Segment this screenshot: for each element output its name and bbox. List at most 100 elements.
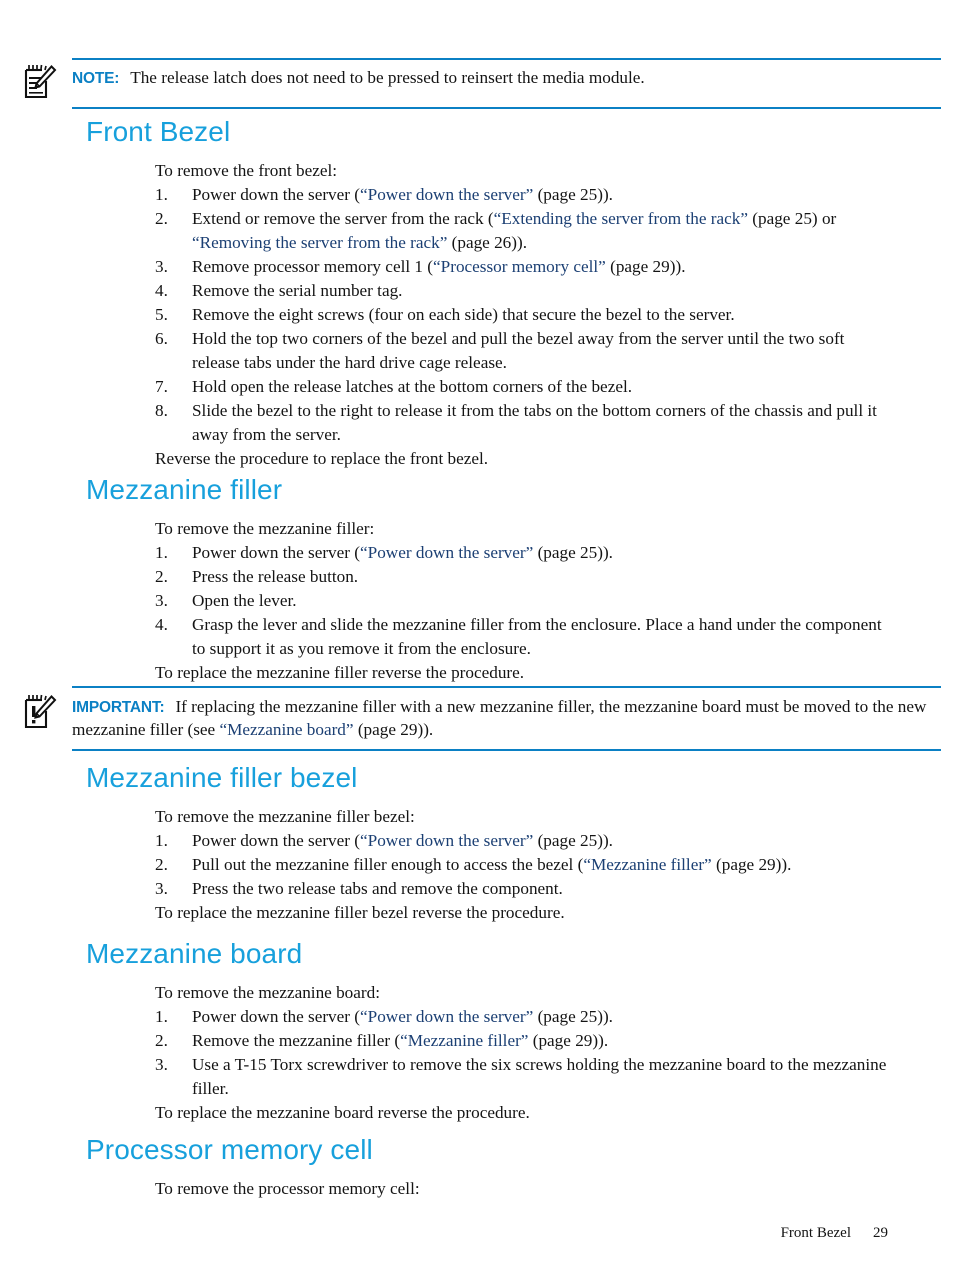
page-footer: Front Bezel 29	[0, 1225, 954, 1242]
cross-reference-link[interactable]: “Mezzanine filler”	[400, 1031, 528, 1050]
list-item-text: (page 29)).	[605, 256, 686, 276]
mezzanine-board-intro: To remove the mezzanine board:	[155, 983, 380, 1002]
note-label: NOTE:	[72, 70, 120, 87]
list-item: 7. Hold open the release latches at the b…	[155, 375, 896, 399]
list-item-text: Power down the server (	[192, 184, 361, 204]
list-item-text: Power down the server (	[192, 542, 361, 562]
list-item: 3. Use a T-15 Torx screwdriver to remove …	[155, 1053, 896, 1101]
page-title-mezzanine-filler: Mezzanine filler	[86, 474, 283, 505]
list-item-text: Slide the bezel to the right to release …	[192, 400, 877, 444]
important-pad-pencil-icon	[22, 693, 58, 731]
list-item-text: Remove the mezzanine filler (	[192, 1030, 401, 1050]
list-item-number: 2.	[155, 566, 168, 586]
list-item-text: Use a T-15 Torx screwdriver to remove th…	[192, 1054, 887, 1098]
section-mezzanine-filler-bezel: Mezzanine filler bezel To remove the mez…	[0, 762, 954, 924]
important-label: IMPORTANT:	[72, 699, 165, 716]
mezzanine-board-outro: To replace the mezzanine board reverse t…	[155, 1102, 530, 1122]
list-item-text: Grasp the lever and slide the mezzanine …	[192, 614, 882, 658]
note-body: NOTE: The release latch does not need to …	[0, 60, 954, 107]
list-item: 5. Remove the eight screws (four on each …	[155, 303, 896, 327]
list-item-number: 7.	[155, 376, 168, 396]
list-item-number: 3.	[155, 590, 168, 610]
mezzanine-filler-bezel-intro: To remove the mezzanine filler bezel:	[155, 807, 415, 826]
list-item: 3. Open the lever.	[155, 589, 896, 613]
list-item-text: Open the lever.	[192, 590, 297, 610]
note-admonition: NOTE: The release latch does not need to …	[0, 58, 954, 109]
list-item-number: 1.	[155, 542, 168, 562]
list-item-text: Extend or remove the server from the rac…	[192, 208, 494, 228]
list-item: 4. Remove the serial number tag.	[155, 279, 896, 303]
list-item-number: 3.	[155, 256, 168, 276]
list-item: 2. Pull out the mezzanine filler enough t…	[155, 853, 896, 877]
list-item-text: Hold open the release latches at the bot…	[192, 376, 633, 396]
list-item: 2. Remove the mezzanine filler (“Mezzanin…	[155, 1029, 896, 1053]
list-item: 3. Press the two release tabs and remove …	[155, 877, 896, 901]
list-item-text: (page 25)).	[533, 184, 613, 204]
list-item-number: 1.	[155, 184, 168, 204]
cross-reference-link[interactable]: “Extending the server from the rack”	[494, 209, 748, 228]
list-item-number: 4.	[155, 614, 168, 634]
section-mezzanine-filler: Mezzanine filler To remove the mezzanine…	[0, 474, 954, 684]
list-item-text: Power down the server (	[192, 1006, 361, 1026]
section-processor-memory-cell: Processor memory cell To remove the proc…	[0, 1134, 954, 1201]
list-item-text: Hold the top two corners of the bezel an…	[192, 328, 845, 372]
list-item-text: Remove the eight screws (four on each si…	[192, 304, 735, 324]
processor-memory-cell-intro: To remove the processor memory cell:	[155, 1179, 420, 1198]
list-item: 1. Power down the server (“Power down the…	[155, 541, 896, 565]
list-item: 4. Grasp the lever and slide the mezzanin…	[155, 613, 896, 661]
list-item-number: 3.	[155, 878, 168, 898]
list-item-text: (page 25)).	[533, 830, 613, 850]
list-item-number: 4.	[155, 280, 168, 300]
list-item-number: 5.	[155, 304, 168, 324]
important-body: IMPORTANT: If replacing the mezzanine fil…	[0, 688, 954, 749]
important-block: IMPORTANT: If replacing the mezzanine fil…	[0, 686, 954, 751]
list-item-text: (page 25)).	[533, 1006, 613, 1026]
list-item: 2. Press the release button.	[155, 565, 896, 589]
cross-reference-link[interactable]: “Removing the server from the rack”	[192, 233, 447, 252]
mezzanine-filler-bezel-steps: 1. Power down the server (“Power down the…	[155, 829, 896, 901]
important-admonition: IMPORTANT: If replacing the mezzanine fil…	[0, 686, 954, 751]
list-item-number: 3.	[155, 1054, 168, 1074]
list-item-text: Press the release button.	[192, 566, 359, 586]
page-title-front-bezel: Front Bezel	[86, 116, 231, 147]
footer-section-title: Front Bezel	[780, 1225, 851, 1241]
list-item-number: 1.	[155, 830, 168, 850]
mezzanine-filler-outro: To replace the mezzanine filler reverse …	[155, 662, 525, 682]
list-item-text: Remove the serial number tag.	[192, 280, 403, 300]
list-item-text: (page 26)).	[447, 232, 528, 252]
list-item: 1. Power down the server (“Power down the…	[155, 183, 896, 207]
footer-page-number: 29	[873, 1225, 888, 1241]
note-block: NOTE: The release latch does not need to …	[0, 58, 954, 109]
mezzanine-filler-intro: To remove the mezzanine filler:	[155, 519, 375, 538]
list-item-number: 2.	[155, 854, 168, 874]
list-item: 1. Power down the server (“Power down the…	[155, 1005, 896, 1029]
exclamation-glyph	[32, 706, 36, 724]
list-item-number: 6.	[155, 328, 168, 348]
cross-reference-link[interactable]: “Processor memory cell”	[433, 257, 606, 276]
list-item-text: Press the two release tabs and remove th…	[192, 878, 563, 898]
note-pad-pencil-icon	[22, 63, 58, 101]
list-item: 1. Power down the server (“Power down the…	[155, 829, 896, 853]
page-title-mezzanine-filler-bezel: Mezzanine filler bezel	[86, 762, 358, 793]
list-item: 3. Remove processor memory cell 1 (“Proce…	[155, 255, 896, 279]
section-mezzanine-board: Mezzanine board To remove the mezzanine …	[0, 938, 954, 1124]
list-item-text: Remove processor memory cell 1 (	[192, 256, 434, 276]
cross-reference-link[interactable]: “Power down the server”	[360, 185, 533, 204]
list-item-number: 8.	[155, 400, 168, 420]
front-bezel-intro: To remove the front bezel:	[155, 161, 338, 180]
note-bottom-rule	[72, 107, 941, 109]
cross-reference-link[interactable]: “Mezzanine filler”	[583, 855, 711, 874]
cross-reference-link[interactable]: “Power down the server”	[360, 1007, 533, 1026]
front-bezel-steps: 1. Power down the server (“Power down the…	[155, 183, 896, 447]
cross-reference-link[interactable]: “Power down the server”	[360, 831, 533, 850]
page-title-mezzanine-board: Mezzanine board	[86, 938, 303, 969]
list-item-text: (page 29)).	[711, 854, 792, 874]
list-item-text: (page 25) or	[747, 208, 837, 228]
cross-reference-link[interactable]: “Power down the server”	[360, 543, 533, 562]
list-item-text: Power down the server (	[192, 830, 361, 850]
section-front-bezel: Front Bezel To remove the front bezel: 1…	[0, 116, 954, 470]
mezzanine-filler-bezel-outro: To replace the mezzanine filler bezel re…	[155, 902, 565, 922]
mezzanine-board-steps: 1. Power down the server (“Power down the…	[155, 1005, 896, 1101]
list-item-number: 1.	[155, 1006, 168, 1026]
important-link-mezzanine-board[interactable]: “Mezzanine board”	[219, 720, 353, 739]
